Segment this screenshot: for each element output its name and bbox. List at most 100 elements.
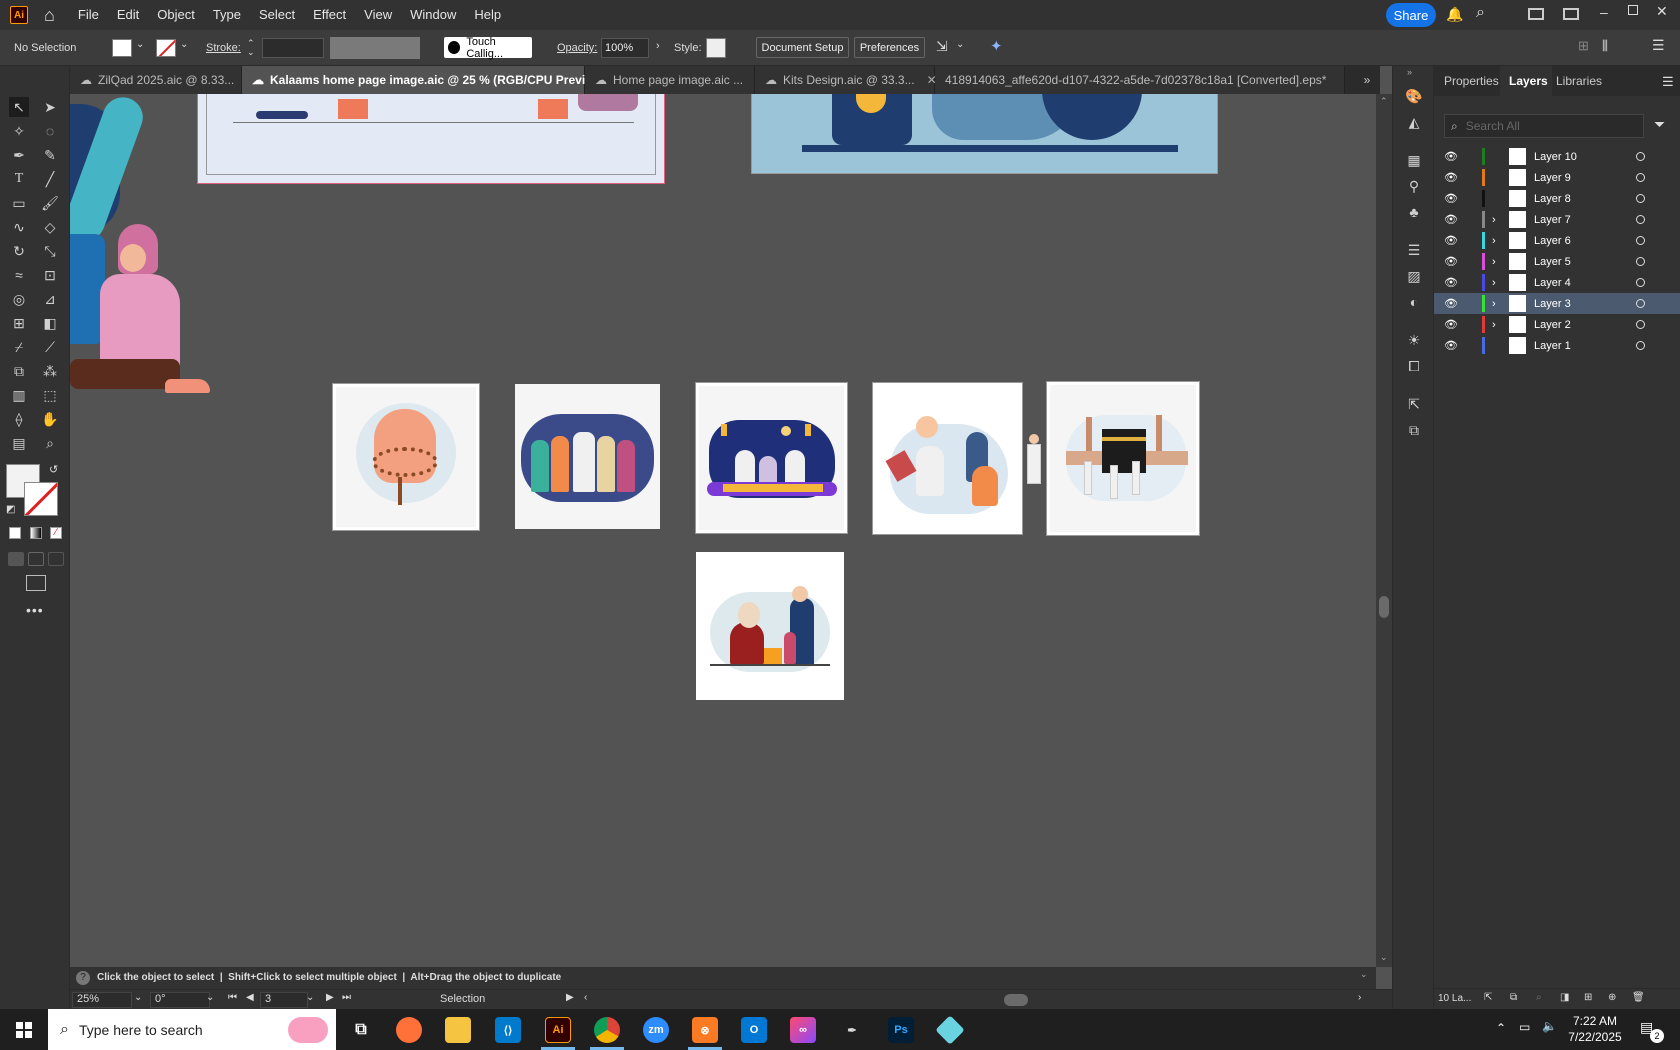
layer-row[interactable]: 👁 Layer 10 <box>1434 146 1680 167</box>
tab-kits-design[interactable]: ☁ Kits Design.aic @ 33.3... ✕ <box>755 66 937 94</box>
target-icon[interactable] <box>1636 257 1645 266</box>
file-explorer-icon[interactable] <box>445 1017 471 1043</box>
clock[interactable]: 7:22 AM 7/22/2025 <box>1566 1013 1624 1045</box>
vertical-scrollbar[interactable]: ⌃ ⌄ <box>1376 94 1392 967</box>
expand-chevron-icon[interactable]: › <box>1492 277 1496 289</box>
artboard-number-field[interactable]: 3 <box>260 992 308 1008</box>
tray-chevron-icon[interactable]: ⌃ <box>1496 1021 1506 1035</box>
warp-tool-icon[interactable]: ≈ <box>9 265 29 285</box>
tabs-overflow-icon[interactable]: » <box>1354 66 1380 94</box>
scroll-up-icon[interactable]: ⌃ <box>1380 96 1388 107</box>
shaper-tool-icon[interactable]: ∿ <box>9 217 29 237</box>
distribute-icon[interactable]: ⫼ <box>1602 38 1608 54</box>
app-icon[interactable] <box>935 1015 965 1045</box>
draw-inside-icon[interactable] <box>48 552 64 566</box>
clipping-mask-icon[interactable]: ◨ <box>1560 992 1569 1003</box>
artboard-canvas[interactable] <box>70 94 1376 967</box>
zoom-app-icon[interactable]: zm <box>643 1017 669 1043</box>
graphic-styles-icon[interactable]: ⧠ <box>1404 356 1424 376</box>
menu-effect[interactable]: Effect <box>304 0 355 30</box>
curvature-tool-icon[interactable]: ✎ <box>40 145 60 165</box>
color-guide-icon[interactable]: ◭ <box>1404 112 1424 132</box>
thumbnail-family-gift[interactable] <box>696 552 844 700</box>
tab-layers[interactable]: Layers <box>1509 74 1548 88</box>
chrome-icon[interactable] <box>594 1017 620 1043</box>
delete-layer-icon[interactable]: 🗑 <box>1632 992 1645 1003</box>
thumbnail-prayer-hands[interactable] <box>332 383 480 531</box>
layer-row[interactable]: 👁 Layer 8 <box>1434 188 1680 209</box>
mesh-tool-icon[interactable]: ⊞ <box>9 313 29 333</box>
gradient-tool-icon[interactable]: ◧ <box>40 313 60 333</box>
bell-icon[interactable]: 🔔 <box>1446 6 1463 23</box>
selection-tool-icon[interactable]: ↖ <box>9 97 29 117</box>
target-icon[interactable] <box>1636 278 1645 287</box>
thumbnail-group[interactable] <box>515 384 660 529</box>
volume-icon[interactable]: 🔈 <box>1542 1019 1557 1033</box>
menu-select[interactable]: Select <box>250 0 304 30</box>
swatches-icon[interactable]: ▦ <box>1404 150 1424 170</box>
fill-swatch[interactable] <box>112 39 132 57</box>
more-tools-icon[interactable]: ••• <box>26 602 44 618</box>
type-tool-icon[interactable]: T <box>9 169 29 189</box>
shape-builder-icon[interactable]: ◎ <box>9 289 29 309</box>
next-artboard-icon[interactable]: ▶ <box>326 992 334 1003</box>
brushes-icon[interactable]: ⚲ <box>1404 176 1424 196</box>
layer-search-field[interactable]: ⌕ Search All <box>1444 114 1644 138</box>
rotation-field[interactable]: 0° <box>150 992 210 1008</box>
menu-window[interactable]: Window <box>401 0 465 30</box>
horizontal-scroll-thumb[interactable] <box>1004 994 1028 1006</box>
stroke-stepper[interactable]: ⌃ ⌄ <box>247 39 255 57</box>
rotate-tool-icon[interactable]: ↻ <box>9 241 29 261</box>
zoom-dropdown-icon[interactable]: ⌄ <box>134 992 142 1003</box>
gradient-mode-icon[interactable] <box>30 527 42 539</box>
photoshop-icon[interactable]: Ps <box>888 1017 914 1043</box>
illustrator-taskbar-icon[interactable]: Ai <box>545 1017 571 1043</box>
rectangle-tool-icon[interactable]: ▭ <box>9 193 29 213</box>
tab-kalaams[interactable]: ☁ Kalaams home page image.aic @ 25 % (RGB… <box>242 66 627 94</box>
status-menu-icon[interactable]: ▶ <box>566 992 574 1003</box>
eye-icon[interactable]: 👁 <box>1444 213 1458 226</box>
graph-tool-icon[interactable]: ▥ <box>9 385 29 405</box>
network-icon[interactable]: ▭ <box>1519 1020 1530 1034</box>
menu-type[interactable]: Type <box>204 0 250 30</box>
print-tiling-icon[interactable]: ▤ <box>9 433 29 453</box>
prev-artboard-icon[interactable]: ◀ <box>246 992 254 1003</box>
firefox-icon[interactable] <box>396 1017 422 1043</box>
last-artboard-icon[interactable]: ⏭ <box>342 992 351 1003</box>
expand-chevron-icon[interactable]: › <box>1492 214 1496 226</box>
color-mode-icon[interactable] <box>9 527 21 539</box>
export-icon[interactable]: ⇱ <box>1404 394 1424 414</box>
new-sublayer-icon[interactable]: ⊞ <box>1584 992 1592 1003</box>
scale-tool-icon[interactable]: ⤡ <box>40 241 60 261</box>
pen-tool-icon[interactable]: ✒ <box>9 145 29 165</box>
transparency-icon[interactable]: ◐ <box>1404 292 1424 312</box>
opacity-input[interactable]: 100% <box>601 38 649 58</box>
layer-row[interactable]: 👁 Layer 9 <box>1434 167 1680 188</box>
layer-row[interactable]: 👁 › Layer 3 <box>1434 293 1680 314</box>
symbol-sprayer-icon[interactable]: ⁂ <box>40 361 60 381</box>
default-colors-icon[interactable]: ◩ <box>6 504 15 515</box>
taskbar-search-box[interactable]: ⌕ Type here to search <box>48 1009 336 1050</box>
brush-definition[interactable]: Touch Callig... <box>444 36 532 60</box>
workspace-icon[interactable] <box>1528 8 1544 20</box>
style-swatch[interactable] <box>706 38 726 58</box>
scroll-down-icon[interactable]: ⌄ <box>1380 952 1388 963</box>
eye-icon[interactable]: 👁 <box>1444 318 1458 331</box>
target-icon[interactable] <box>1636 341 1645 350</box>
rotation-dropdown-icon[interactable]: ⌄ <box>206 992 214 1003</box>
thumbnail-elder-tea[interactable] <box>872 382 1023 535</box>
collect-export-icon[interactable]: ⇱ <box>1484 992 1492 1003</box>
artboards-panel-icon[interactable]: ⧉ <box>1404 420 1424 440</box>
menu-icon[interactable]: ☰ <box>1652 37 1665 54</box>
eye-icon[interactable]: 👁 <box>1444 255 1458 268</box>
layer-row[interactable]: 👁 › Layer 5 <box>1434 251 1680 272</box>
panel-menu-icon[interactable]: ☰ <box>1662 74 1674 90</box>
line-tool-icon[interactable]: ╱ <box>40 169 60 189</box>
target-icon[interactable] <box>1636 236 1645 245</box>
eyedropper-icon[interactable]: ⌿ <box>9 337 29 357</box>
transform-icon[interactable]: ⇲ <box>936 38 948 55</box>
windows-start-icon[interactable] <box>16 1022 32 1038</box>
free-transform-icon[interactable]: ⊡ <box>40 265 60 285</box>
layer-row[interactable]: 👁 Layer 1 <box>1434 335 1680 356</box>
first-artboard-icon[interactable]: ⏮ <box>228 992 237 1003</box>
